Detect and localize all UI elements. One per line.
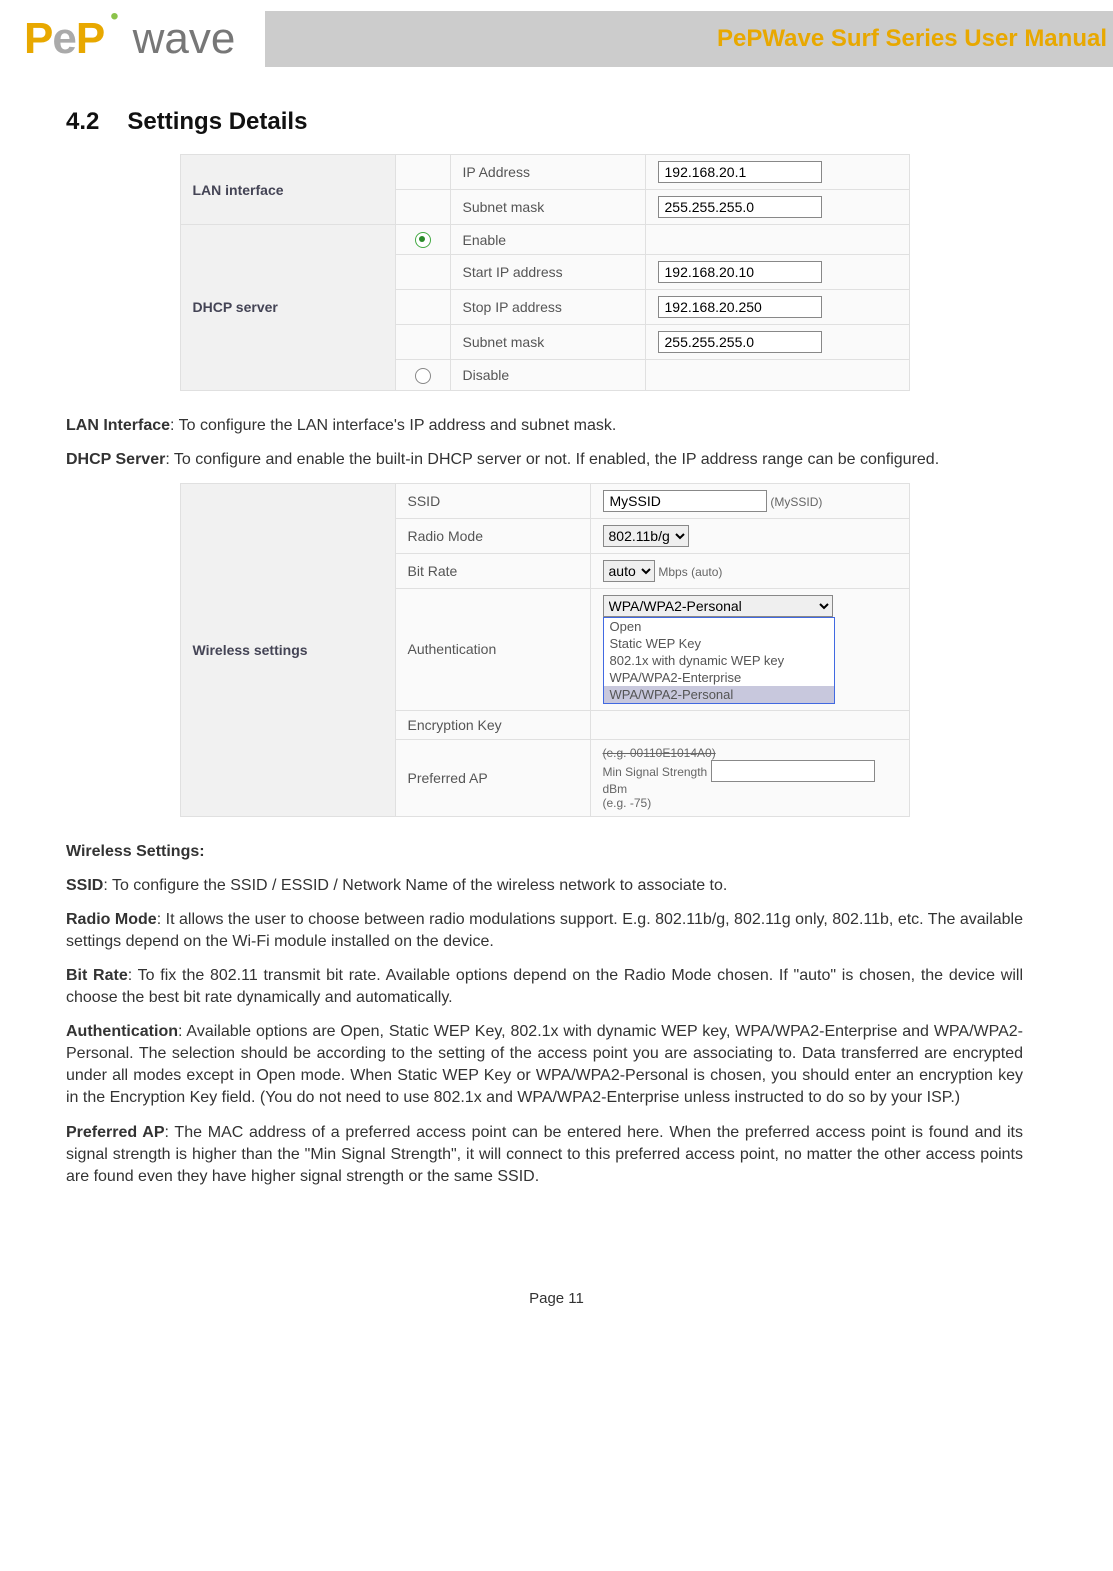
logo-wave: wave (133, 14, 236, 64)
wireless-settings-panel: Wireless settings SSID (MySSID) Radio Mo… (180, 483, 910, 817)
wireless-settings-heading: Wireless Settings: (66, 841, 1023, 863)
dhcp-enable-radio[interactable] (415, 232, 431, 248)
ssid-hint: (MySSID) (770, 495, 822, 509)
preferred-ap-hint: (e.g. 00110E1014A0) (603, 746, 897, 760)
auth-desc: Authentication: Available options are Op… (66, 1021, 1023, 1109)
auth-option[interactable]: 802.1x with dynamic WEP key (604, 652, 834, 669)
auth-option[interactable]: Static WEP Key (604, 635, 834, 652)
section-number: 4.2 (66, 108, 99, 136)
ip-address-input[interactable] (658, 161, 822, 183)
stop-ip-label: Stop IP address (450, 290, 645, 325)
subnet-mask-input[interactable] (658, 196, 822, 218)
disable-label: Disable (450, 360, 645, 390)
auth-select[interactable]: WPA/WPA2-Personal (603, 595, 833, 617)
dhcp-mask-label: Subnet mask (450, 325, 645, 360)
radio-mode-select[interactable]: 802.11b/g (603, 525, 689, 547)
lan-interface-desc: LAN Interface: To configure the LAN inte… (66, 415, 1023, 437)
auth-dropdown-list[interactable]: Open Static WEP Key 802.1x with dynamic … (603, 617, 835, 704)
subnet-mask-label: Subnet mask (450, 190, 645, 225)
logo-letter: P (24, 14, 52, 63)
encryption-key-label: Encryption Key (395, 710, 590, 739)
logo-dot-icon: • (110, 3, 118, 31)
logo-letter: P (76, 14, 104, 63)
lan-interface-label: LAN interface (180, 155, 395, 225)
min-signal-input[interactable] (711, 760, 875, 782)
dhcp-server-label: DHCP server (180, 225, 395, 391)
dhcp-mask-input[interactable] (658, 331, 822, 353)
min-signal-unit: dBm (603, 782, 628, 796)
page-footer: Page 11 (0, 1260, 1113, 1347)
ip-address-label: IP Address (450, 155, 645, 190)
bit-rate-select[interactable]: auto (603, 560, 655, 582)
auth-option-selected[interactable]: WPA/WPA2-Personal (604, 686, 834, 703)
brand-logo: PeP • wave (0, 14, 235, 64)
min-signal-label: Min Signal Strength (603, 765, 708, 779)
page-header: PeP • wave PePWave Surf Series User Manu… (0, 0, 1113, 78)
stop-ip-input[interactable] (658, 296, 822, 318)
page-content: 4.2 Settings Details LAN interface IP Add… (0, 78, 1113, 1260)
auth-option[interactable]: WPA/WPA2-Enterprise (604, 669, 834, 686)
wireless-settings-label: Wireless settings (180, 483, 395, 816)
logo-letter: e (52, 14, 75, 63)
ssid-desc: SSID: To configure the SSID / ESSID / Ne… (66, 875, 1023, 897)
ssid-label: SSID (395, 483, 590, 518)
manual-title: PePWave Surf Series User Manual (265, 11, 1113, 67)
auth-label: Authentication (395, 588, 590, 710)
min-signal-row: Min Signal Strength dBm (603, 760, 897, 796)
section-title: Settings Details (127, 108, 307, 135)
lan-settings-panel: LAN interface IP Address Subnet mask DHC… (180, 154, 910, 391)
section-heading: 4.2 Settings Details (66, 108, 1023, 136)
term: DHCP Server (66, 451, 165, 468)
dhcp-disable-radio[interactable] (415, 368, 431, 384)
ssid-input[interactable] (603, 490, 767, 512)
term: LAN Interface (66, 417, 170, 434)
bit-rate-label: Bit Rate (395, 553, 590, 588)
radio-mode-label: Radio Mode (395, 518, 590, 553)
bit-rate-desc: Bit Rate: To fix the 802.11 transmit bit… (66, 965, 1023, 1009)
radio-mode-desc: Radio Mode: It allows the user to choose… (66, 909, 1023, 953)
bit-rate-hint: Mbps (auto) (658, 565, 722, 579)
preferred-ap-label: Preferred AP (395, 739, 590, 816)
start-ip-label: Start IP address (450, 255, 645, 290)
start-ip-input[interactable] (658, 261, 822, 283)
dhcp-server-desc: DHCP Server: To configure and enable the… (66, 449, 1023, 471)
auth-option[interactable]: Open (604, 618, 834, 635)
enable-label: Enable (450, 225, 645, 255)
min-signal-hint: (e.g. -75) (603, 796, 897, 810)
preferred-ap-desc: Preferred AP: The MAC address of a prefe… (66, 1122, 1023, 1188)
